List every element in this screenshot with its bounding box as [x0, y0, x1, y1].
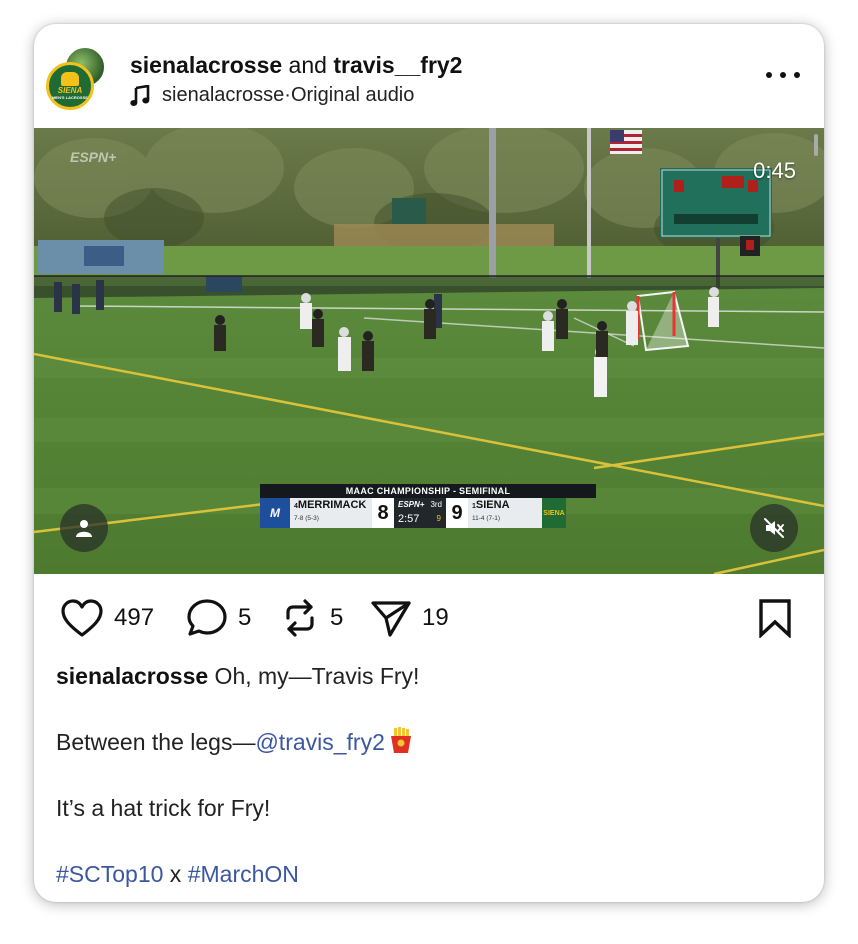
- mention-link[interactable]: @travis_fry2: [255, 729, 384, 755]
- game-status: ESPN+ 3rd 2:57 9: [394, 498, 446, 528]
- game-clock: 2:57: [398, 513, 420, 525]
- post-caption: sienalacrosse Oh, my—Travis Fry! Between…: [56, 660, 796, 902]
- repost-count: 5: [330, 604, 344, 631]
- mute-button[interactable]: [750, 504, 798, 552]
- avatar-logo-sub: MEN'S LACROSSE: [52, 95, 88, 100]
- avatar-stack[interactable]: SIENA MEN'S LACROSSE: [46, 46, 110, 110]
- french-fries-emoji-icon: [390, 727, 411, 753]
- comment-icon: [187, 599, 227, 636]
- home-score: 9: [446, 498, 468, 528]
- home-team: 1SIENA 11-4 (7-1): [468, 498, 542, 528]
- audio-user: sienalacrosse: [162, 84, 285, 106]
- hashtag-marchon[interactable]: #MarchON: [188, 861, 299, 887]
- authors-and: and: [282, 52, 334, 78]
- bookmark-icon: [759, 599, 791, 639]
- audio-link[interactable]: sienalacrosse · Original audio: [130, 84, 414, 107]
- scorebug-network: ESPN+: [398, 500, 425, 509]
- send-icon: [371, 601, 411, 637]
- game-period: 3rd: [430, 500, 442, 509]
- home-record: 11-4 (7-1): [472, 515, 501, 522]
- save-button[interactable]: [758, 598, 792, 643]
- avatar-siena[interactable]: SIENA MEN'S LACROSSE: [46, 62, 94, 110]
- video-player[interactable]: ESPN+ 0:45 MAAC CHAMPIONSHIP - SEMIFINAL…: [34, 128, 824, 574]
- share-button[interactable]: 19: [370, 598, 449, 638]
- tagged-users-button[interactable]: [60, 504, 108, 552]
- share-count: 19: [422, 604, 449, 631]
- person-icon: [76, 520, 92, 537]
- avatar-logo-text: SIENA: [57, 86, 83, 95]
- caption-username[interactable]: sienalacrosse: [56, 663, 208, 689]
- away-score: 8: [372, 498, 394, 528]
- merrimack-logo: M: [260, 498, 290, 528]
- away-record: 7-8 (5-3): [294, 515, 319, 522]
- away-team-name: 4MERRIMACK: [294, 499, 367, 511]
- author-link-2[interactable]: travis__fry2: [333, 52, 462, 78]
- more-dot-icon: [766, 72, 772, 78]
- siena-scorebug-logo: SIENA: [542, 498, 566, 528]
- like-count: 497: [114, 604, 155, 631]
- post-header: SIENA MEN'S LACROSSE sienalacrosse and t…: [34, 24, 824, 128]
- speaker-muted-icon: [764, 518, 784, 538]
- repost-icon: [286, 599, 314, 637]
- caption-line-3: It’s a hat trick for Fry!: [56, 795, 271, 821]
- more-options-button[interactable]: [766, 68, 800, 82]
- caption-line-1: sienalacrosse Oh, my—Travis Fry!: [56, 660, 796, 692]
- espn-watermark: ESPN+: [70, 149, 116, 165]
- action-bar: 497 5 5 19: [34, 574, 824, 664]
- post-card: SIENA MEN'S LACROSSE sienalacrosse and t…: [34, 24, 824, 902]
- shots-count: 9: [436, 514, 441, 523]
- hashtag-separator: x: [163, 861, 188, 887]
- music-note-icon: [130, 84, 150, 106]
- home-team-name: 1SIENA: [472, 499, 510, 511]
- caption-hashtags: #SCTop10 x #MarchON: [56, 858, 796, 890]
- caption-text-2: Between the legs—: [56, 729, 256, 755]
- hashtag-sctop10[interactable]: #SCTop10: [56, 861, 163, 887]
- scorebug-row: M 4MERRIMACK 7-8 (5-3) 8 ESPN+ 3rd 2:57 …: [260, 498, 596, 528]
- repost-button[interactable]: 5: [280, 598, 343, 638]
- comment-button[interactable]: 5: [186, 598, 251, 638]
- siena-logo-icon: [61, 72, 79, 86]
- more-dot-icon: [780, 72, 786, 78]
- heart-icon: [61, 599, 103, 637]
- away-team: 4MERRIMACK 7-8 (5-3): [290, 498, 372, 528]
- post-authors: sienalacrosse and travis__fry2: [130, 52, 462, 79]
- caption-line-2: Between the legs—@travis_fry2: [56, 726, 796, 758]
- audio-separator: ·: [284, 84, 291, 106]
- author-link-1[interactable]: sienalacrosse: [130, 52, 282, 78]
- scroll-thumb[interactable]: [814, 134, 818, 156]
- tv-scorebug: MAAC CHAMPIONSHIP - SEMIFINAL M 4MERRIMA…: [260, 484, 596, 528]
- video-timer: 0:45: [753, 158, 796, 183]
- audio-label: Original audio: [290, 84, 415, 106]
- scorebug-title: MAAC CHAMPIONSHIP - SEMIFINAL: [260, 484, 596, 498]
- more-dot-icon: [794, 72, 800, 78]
- caption-text-1: Oh, my—Travis Fry!: [208, 663, 420, 689]
- comment-count: 5: [238, 604, 252, 631]
- like-button[interactable]: 497: [60, 598, 154, 638]
